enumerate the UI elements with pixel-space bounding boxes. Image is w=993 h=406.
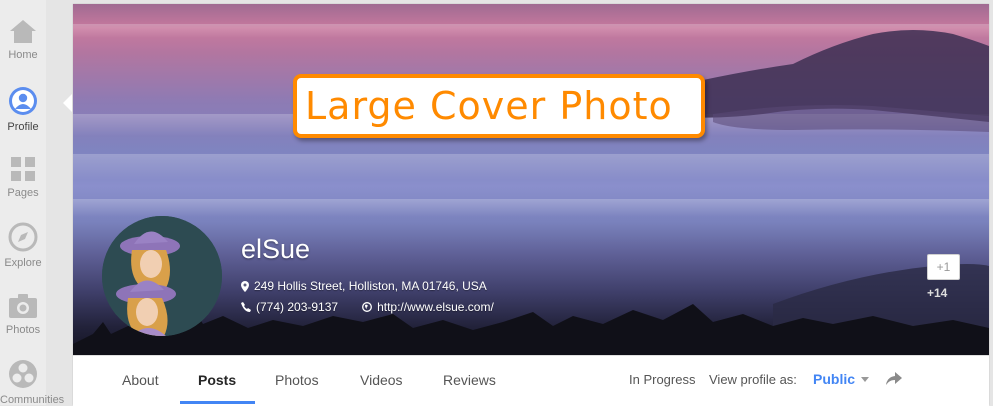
cover-callout-label: Large Cover Photo xyxy=(293,74,705,138)
address-text: 249 Hollis Street, Holliston, MA 01746, … xyxy=(254,279,487,293)
nav-item-pages[interactable]: Pages xyxy=(0,156,46,199)
view-profile-label: View profile as: xyxy=(709,372,797,387)
photos-icon xyxy=(9,294,37,318)
nav-item-profile[interactable]: Profile xyxy=(0,86,46,133)
location-pin-icon xyxy=(241,280,249,292)
profile-icon xyxy=(9,87,37,115)
share-button[interactable] xyxy=(885,371,903,392)
share-arrow-icon xyxy=(886,372,902,385)
profile-card: Large Cover Photo elSue 249 Hollis Stree… xyxy=(73,4,989,406)
website-link[interactable]: http://www.elsue.com/ xyxy=(377,300,494,314)
address-line: 249 Hollis Street, Holliston, MA 01746, … xyxy=(241,279,487,293)
nav-active-pointer xyxy=(63,94,72,112)
communities-icon xyxy=(9,360,37,388)
profile-tab-bar: About Posts Photos Videos Reviews In Pro… xyxy=(73,355,989,406)
nav-item-explore[interactable]: Explore xyxy=(0,222,46,269)
nav-label-profile: Profile xyxy=(7,121,39,133)
profile-name: elSue xyxy=(241,234,311,264)
nav-label-home: Home xyxy=(8,49,38,61)
status-text: In Progress xyxy=(629,372,696,387)
nav-item-home[interactable]: Home xyxy=(0,18,46,61)
nav-item-communities[interactable]: Communities xyxy=(0,359,65,406)
nav-label-communities: Communities xyxy=(0,394,65,406)
nav-label-photos: Photos xyxy=(5,324,41,336)
phone-text: (774) 203-9137 xyxy=(256,300,339,314)
tab-reviews[interactable]: Reviews xyxy=(443,372,496,388)
pages-icon xyxy=(11,157,35,181)
active-tab-indicator xyxy=(180,401,255,404)
avatar-illustration xyxy=(102,216,222,336)
nav-label-explore: Explore xyxy=(4,257,42,269)
view-profile-value: Public xyxy=(813,371,856,387)
globe-icon xyxy=(362,302,373,312)
view-profile-select[interactable]: Public xyxy=(813,371,870,387)
tab-about[interactable]: About xyxy=(122,372,159,388)
plus-one-count: +14 xyxy=(927,286,948,300)
contact-line: (774) 203-9137 http://www.elsue.com/ xyxy=(241,300,494,314)
phone-icon xyxy=(241,302,251,312)
chevron-down-icon xyxy=(861,376,870,382)
plus-one-button[interactable]: +1 xyxy=(927,254,960,280)
tab-posts[interactable]: Posts xyxy=(198,372,236,388)
nav-item-photos[interactable]: Photos xyxy=(0,293,46,336)
cover-photo: Large Cover Photo elSue 249 Hollis Stree… xyxy=(73,4,989,355)
nav-label-pages: Pages xyxy=(7,187,39,199)
home-icon xyxy=(10,20,36,43)
tab-videos[interactable]: Videos xyxy=(360,372,403,388)
avatar[interactable] xyxy=(102,216,222,336)
tab-photos[interactable]: Photos xyxy=(275,372,319,388)
left-nav-rail: Home Profile Pages Explore Photos Commun… xyxy=(0,0,65,406)
explore-icon xyxy=(8,222,38,252)
